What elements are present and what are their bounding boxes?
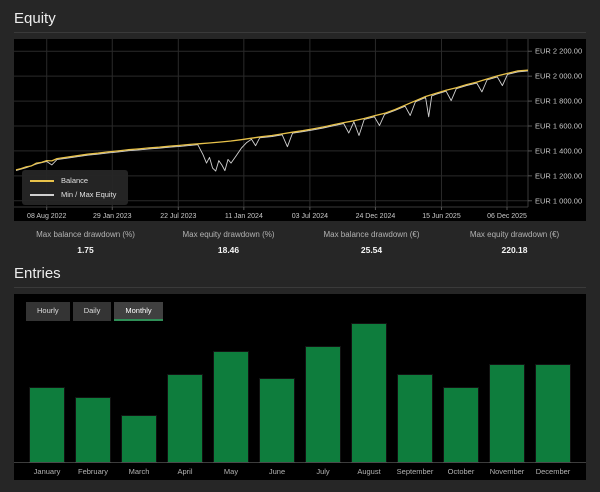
x-tick-label: 15 Jun 2025 <box>422 213 461 220</box>
bar-column-september <box>392 324 438 463</box>
bar-column-may <box>208 324 254 463</box>
legend-line-swatch <box>30 193 54 196</box>
entries-bar[interactable] <box>74 397 112 463</box>
entries-bar[interactable] <box>120 415 158 463</box>
entries-bar[interactable] <box>396 374 434 463</box>
month-label: January <box>33 467 61 476</box>
x-tick-label: 03 Jul 2024 <box>292 213 328 220</box>
entries-title-divider <box>14 287 586 288</box>
tab-hourly[interactable]: Hourly <box>26 302 70 321</box>
stat-cell: Max equity drawdown (%) 18.46 <box>157 230 300 255</box>
x-tick-label: 24 Dec 2024 <box>356 213 396 220</box>
legend-label: Min / Max Equity <box>61 190 117 199</box>
equity-chart-legend: Balance Min / Max Equity <box>22 170 129 205</box>
entries-bar[interactable] <box>442 387 480 463</box>
entries-bar[interactable] <box>350 323 388 463</box>
stat-cell: Max balance drawdown (%) 1.75 <box>14 230 157 255</box>
month-label: March <box>128 467 150 476</box>
bar-column-february <box>70 324 116 463</box>
bar-column-march <box>116 324 162 463</box>
stat-label: Max equity drawdown (€) <box>469 230 560 239</box>
bar-column-october <box>438 324 484 463</box>
legend-item-min-max-equity[interactable]: Min / Max Equity <box>30 190 116 199</box>
stat-value: 1.75 <box>77 245 94 255</box>
month-label: December <box>535 467 571 476</box>
entries-bars-plot <box>14 323 586 463</box>
entries-chart-panel: Hourly Daily Monthly January February March A… <box>14 294 586 480</box>
entries-section-title: Entries <box>14 265 61 282</box>
legend-item-balance[interactable]: Balance <box>30 176 116 185</box>
month-label: April <box>177 467 193 476</box>
x-tick-label: 08 Aug 2022 <box>27 213 66 220</box>
bar-column-january <box>24 324 70 463</box>
entries-bar[interactable] <box>534 364 572 463</box>
stat-value: 25.54 <box>360 245 383 255</box>
min-max-equity-line <box>15 70 529 172</box>
stat-value: 18.46 <box>217 245 240 255</box>
bar-column-august <box>346 323 392 463</box>
y-tick-label: EUR 1 800.00 <box>535 97 582 106</box>
x-tick-label: 11 Jan 2024 <box>225 213 263 220</box>
x-tick-label: 29 Jan 2023 <box>93 213 132 220</box>
legend-label: Balance <box>61 176 89 185</box>
bar-column-june <box>254 324 300 463</box>
stat-label: Max balance drawdown (€) <box>323 230 420 239</box>
legend-line-swatch <box>30 179 54 182</box>
y-tick-label: EUR 1 200.00 <box>535 171 582 180</box>
stat-label: Max equity drawdown (%) <box>182 230 275 239</box>
y-tick-label: EUR 1 600.00 <box>535 122 582 131</box>
bar-column-november <box>484 324 530 463</box>
stat-cell: Max equity drawdown (€) 220.18 <box>443 230 586 255</box>
entries-bar[interactable] <box>166 374 204 463</box>
stat-value: 220.18 <box>501 245 528 255</box>
y-tick-label: EUR 1 000.00 <box>535 196 582 205</box>
equity-chart-panel: EUR 2 200.00 EUR 2 000.00 EUR 1 800.00 EUR … <box>14 39 586 221</box>
month-label: July <box>316 467 330 476</box>
entries-bar[interactable] <box>258 378 296 463</box>
tab-daily[interactable]: Daily <box>72 302 112 321</box>
month-label: August <box>357 467 381 476</box>
month-label: September <box>396 467 434 476</box>
bar-column-april <box>162 324 208 463</box>
entries-bar[interactable] <box>488 364 526 463</box>
month-label: May <box>223 467 239 476</box>
x-tick-label: 06 Dec 2025 <box>487 213 527 220</box>
y-tick-label: EUR 1 400.00 <box>535 146 582 155</box>
x-tick-label: 22 Jul 2023 <box>160 213 196 220</box>
stat-label: Max balance drawdown (%) <box>36 230 135 239</box>
entries-bar[interactable] <box>212 351 250 463</box>
entries-bar[interactable] <box>304 346 342 463</box>
bar-column-july <box>300 324 346 463</box>
drawdown-stats-row: Max balance drawdown (%) 1.75 Max equity d… <box>14 230 586 255</box>
equity-title-divider <box>14 32 586 33</box>
entries-bar[interactable] <box>28 387 66 463</box>
month-label: October <box>447 467 475 476</box>
stat-cell: Max balance drawdown (€) 25.54 <box>300 230 443 255</box>
entries-period-tabs: Hourly Daily Monthly <box>26 302 586 321</box>
equity-section-title: Equity <box>14 10 56 27</box>
month-label: June <box>268 467 286 476</box>
month-label: February <box>77 467 108 476</box>
entries-month-labels: January February March April May June July Augu… <box>14 463 586 480</box>
y-tick-label: EUR 2 000.00 <box>535 72 582 81</box>
y-tick-label: EUR 2 200.00 <box>535 47 582 56</box>
month-label: November <box>489 467 525 476</box>
bar-column-december <box>530 324 576 463</box>
tab-monthly[interactable]: Monthly <box>114 302 163 321</box>
